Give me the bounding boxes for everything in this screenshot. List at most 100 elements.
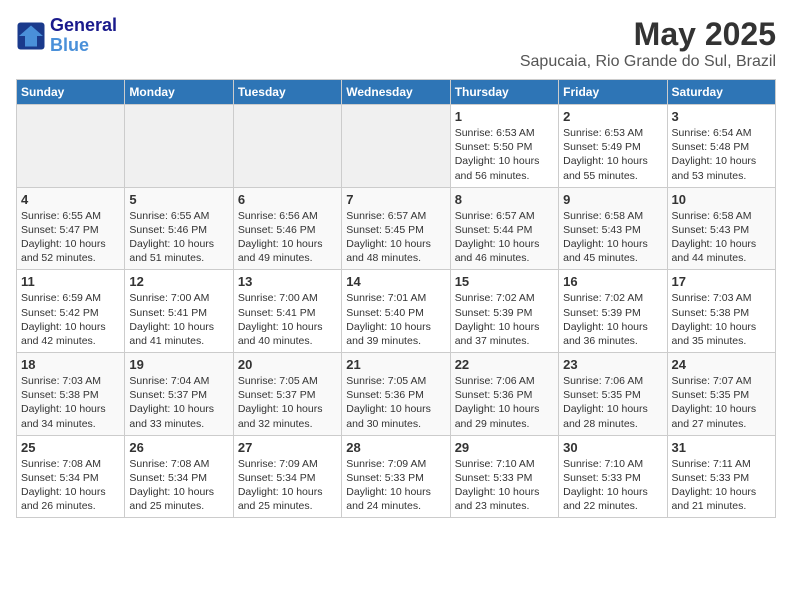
calendar-cell bbox=[125, 105, 233, 188]
day-info: Sunrise: 7:00 AM Sunset: 5:41 PM Dayligh… bbox=[238, 291, 337, 348]
day-info: Sunrise: 6:57 AM Sunset: 5:44 PM Dayligh… bbox=[455, 209, 554, 266]
day-info: Sunrise: 7:01 AM Sunset: 5:40 PM Dayligh… bbox=[346, 291, 445, 348]
day-info: Sunrise: 7:07 AM Sunset: 5:35 PM Dayligh… bbox=[672, 374, 771, 431]
calendar-week-row: 18 Sunrise: 7:03 AM Sunset: 5:38 PM Dayli… bbox=[17, 353, 776, 436]
calendar-cell: 4 Sunrise: 6:55 AM Sunset: 5:47 PM Daylig… bbox=[17, 187, 125, 270]
calendar-cell: 12Sunrise: 7:00 AM Sunset: 5:41 PM Dayli… bbox=[125, 270, 233, 353]
logo-text: General Blue bbox=[50, 16, 117, 56]
day-number: 4 bbox=[21, 192, 120, 207]
calendar-cell: 13 Sunrise: 7:00 AM Sunset: 5:41 PM Dayli… bbox=[233, 270, 341, 353]
calendar-cell: 9 Sunrise: 6:58 AM Sunset: 5:43 PM Daylig… bbox=[559, 187, 667, 270]
title-block: May 2025 Sapucaia, Rio Grande do Sul, Br… bbox=[520, 16, 776, 71]
calendar-cell: 17Sunrise: 7:03 AM Sunset: 5:38 PM Dayli… bbox=[667, 270, 775, 353]
calendar-cell: 10 Sunrise: 6:58 AM Sunset: 5:43 PM Dayli… bbox=[667, 187, 775, 270]
weekday-header: Monday bbox=[125, 80, 233, 105]
location-title: Sapucaia, Rio Grande do Sul, Brazil bbox=[520, 53, 776, 71]
day-number: 6 bbox=[238, 192, 337, 207]
day-number: 16 bbox=[563, 274, 662, 289]
calendar-cell bbox=[233, 105, 341, 188]
weekday-header: Thursday bbox=[450, 80, 558, 105]
day-number: 12 bbox=[129, 274, 228, 289]
day-info: Sunrise: 7:02 AM Sunset: 5:39 PM Dayligh… bbox=[563, 291, 662, 348]
calendar-cell: 27 Sunrise: 7:09 AM Sunset: 5:34 PM Dayli… bbox=[233, 435, 341, 518]
calendar-cell: 16 Sunrise: 7:02 AM Sunset: 5:39 PM Dayli… bbox=[559, 270, 667, 353]
day-info: Sunrise: 7:09 AM Sunset: 5:34 PM Dayligh… bbox=[238, 457, 337, 514]
logo-icon bbox=[16, 21, 46, 51]
weekday-header: Tuesday bbox=[233, 80, 341, 105]
day-number: 22 bbox=[455, 357, 554, 372]
calendar-cell: 11 Sunrise: 6:59 AM Sunset: 5:42 PM Dayli… bbox=[17, 270, 125, 353]
day-number: 7 bbox=[346, 192, 445, 207]
calendar-cell bbox=[342, 105, 450, 188]
day-info: Sunrise: 7:06 AM Sunset: 5:35 PM Dayligh… bbox=[563, 374, 662, 431]
day-info: Sunrise: 7:05 AM Sunset: 5:37 PM Dayligh… bbox=[238, 374, 337, 431]
day-info: Sunrise: 6:55 AM Sunset: 5:47 PM Dayligh… bbox=[21, 209, 120, 266]
page-header: General Blue May 2025 Sapucaia, Rio Gran… bbox=[16, 16, 776, 71]
day-number: 31 bbox=[672, 440, 771, 455]
day-number: 15 bbox=[455, 274, 554, 289]
day-info: Sunrise: 6:59 AM Sunset: 5:42 PM Dayligh… bbox=[21, 291, 120, 348]
day-info: Sunrise: 6:55 AM Sunset: 5:46 PM Dayligh… bbox=[129, 209, 228, 266]
calendar-cell: 28Sunrise: 7:09 AM Sunset: 5:33 PM Dayli… bbox=[342, 435, 450, 518]
day-number: 26 bbox=[129, 440, 228, 455]
calendar-cell: 22 Sunrise: 7:06 AM Sunset: 5:36 PM Dayli… bbox=[450, 353, 558, 436]
day-info: Sunrise: 6:56 AM Sunset: 5:46 PM Dayligh… bbox=[238, 209, 337, 266]
day-info: Sunrise: 7:08 AM Sunset: 5:34 PM Dayligh… bbox=[129, 457, 228, 514]
month-title: May 2025 bbox=[520, 16, 776, 53]
day-info: Sunrise: 7:03 AM Sunset: 5:38 PM Dayligh… bbox=[672, 291, 771, 348]
calendar-cell: 5 Sunrise: 6:55 AM Sunset: 5:46 PM Daylig… bbox=[125, 187, 233, 270]
day-number: 23 bbox=[563, 357, 662, 372]
logo-line1: General bbox=[50, 16, 117, 36]
calendar-week-row: 25 Sunrise: 7:08 AM Sunset: 5:34 PM Dayli… bbox=[17, 435, 776, 518]
day-number: 5 bbox=[129, 192, 228, 207]
day-number: 11 bbox=[21, 274, 120, 289]
day-number: 3 bbox=[672, 109, 771, 124]
calendar-week-row: 1Sunrise: 6:53 AM Sunset: 5:50 PM Daylig… bbox=[17, 105, 776, 188]
calendar-cell: 25 Sunrise: 7:08 AM Sunset: 5:34 PM Dayli… bbox=[17, 435, 125, 518]
day-number: 28 bbox=[346, 440, 445, 455]
calendar-cell bbox=[17, 105, 125, 188]
day-number: 21 bbox=[346, 357, 445, 372]
day-info: Sunrise: 7:05 AM Sunset: 5:36 PM Dayligh… bbox=[346, 374, 445, 431]
day-info: Sunrise: 7:06 AM Sunset: 5:36 PM Dayligh… bbox=[455, 374, 554, 431]
calendar-cell: 24Sunrise: 7:07 AM Sunset: 5:35 PM Dayli… bbox=[667, 353, 775, 436]
day-number: 1 bbox=[455, 109, 554, 124]
calendar-header-row: SundayMondayTuesdayWednesdayThursdayFrid… bbox=[17, 80, 776, 105]
calendar-cell: 2 Sunrise: 6:53 AM Sunset: 5:49 PM Daylig… bbox=[559, 105, 667, 188]
day-number: 9 bbox=[563, 192, 662, 207]
calendar-cell: 15 Sunrise: 7:02 AM Sunset: 5:39 PM Dayli… bbox=[450, 270, 558, 353]
day-number: 2 bbox=[563, 109, 662, 124]
calendar-cell: 20 Sunrise: 7:05 AM Sunset: 5:37 PM Dayli… bbox=[233, 353, 341, 436]
day-number: 14 bbox=[346, 274, 445, 289]
weekday-header: Wednesday bbox=[342, 80, 450, 105]
day-number: 10 bbox=[672, 192, 771, 207]
day-number: 27 bbox=[238, 440, 337, 455]
day-number: 25 bbox=[21, 440, 120, 455]
calendar-cell: 7Sunrise: 6:57 AM Sunset: 5:45 PM Daylig… bbox=[342, 187, 450, 270]
calendar-cell: 1Sunrise: 6:53 AM Sunset: 5:50 PM Daylig… bbox=[450, 105, 558, 188]
day-info: Sunrise: 7:02 AM Sunset: 5:39 PM Dayligh… bbox=[455, 291, 554, 348]
calendar-table: SundayMondayTuesdayWednesdayThursdayFrid… bbox=[16, 79, 776, 518]
weekday-header: Sunday bbox=[17, 80, 125, 105]
calendar-cell: 26 Sunrise: 7:08 AM Sunset: 5:34 PM Dayli… bbox=[125, 435, 233, 518]
calendar-cell: 6 Sunrise: 6:56 AM Sunset: 5:46 PM Daylig… bbox=[233, 187, 341, 270]
logo-line2: Blue bbox=[50, 36, 117, 56]
calendar-week-row: 4 Sunrise: 6:55 AM Sunset: 5:47 PM Daylig… bbox=[17, 187, 776, 270]
calendar-cell: 30Sunrise: 7:10 AM Sunset: 5:33 PM Dayli… bbox=[559, 435, 667, 518]
day-info: Sunrise: 7:10 AM Sunset: 5:33 PM Dayligh… bbox=[563, 457, 662, 514]
day-info: Sunrise: 7:11 AM Sunset: 5:33 PM Dayligh… bbox=[672, 457, 771, 514]
day-info: Sunrise: 6:58 AM Sunset: 5:43 PM Dayligh… bbox=[563, 209, 662, 266]
day-number: 20 bbox=[238, 357, 337, 372]
day-number: 8 bbox=[455, 192, 554, 207]
day-info: Sunrise: 7:08 AM Sunset: 5:34 PM Dayligh… bbox=[21, 457, 120, 514]
day-info: Sunrise: 6:58 AM Sunset: 5:43 PM Dayligh… bbox=[672, 209, 771, 266]
day-number: 19 bbox=[129, 357, 228, 372]
calendar-cell: 29Sunrise: 7:10 AM Sunset: 5:33 PM Dayli… bbox=[450, 435, 558, 518]
day-info: Sunrise: 7:03 AM Sunset: 5:38 PM Dayligh… bbox=[21, 374, 120, 431]
weekday-header: Friday bbox=[559, 80, 667, 105]
day-number: 13 bbox=[238, 274, 337, 289]
calendar-cell: 3Sunrise: 6:54 AM Sunset: 5:48 PM Daylig… bbox=[667, 105, 775, 188]
day-info: Sunrise: 6:53 AM Sunset: 5:49 PM Dayligh… bbox=[563, 126, 662, 183]
calendar-cell: 23 Sunrise: 7:06 AM Sunset: 5:35 PM Dayli… bbox=[559, 353, 667, 436]
day-number: 18 bbox=[21, 357, 120, 372]
